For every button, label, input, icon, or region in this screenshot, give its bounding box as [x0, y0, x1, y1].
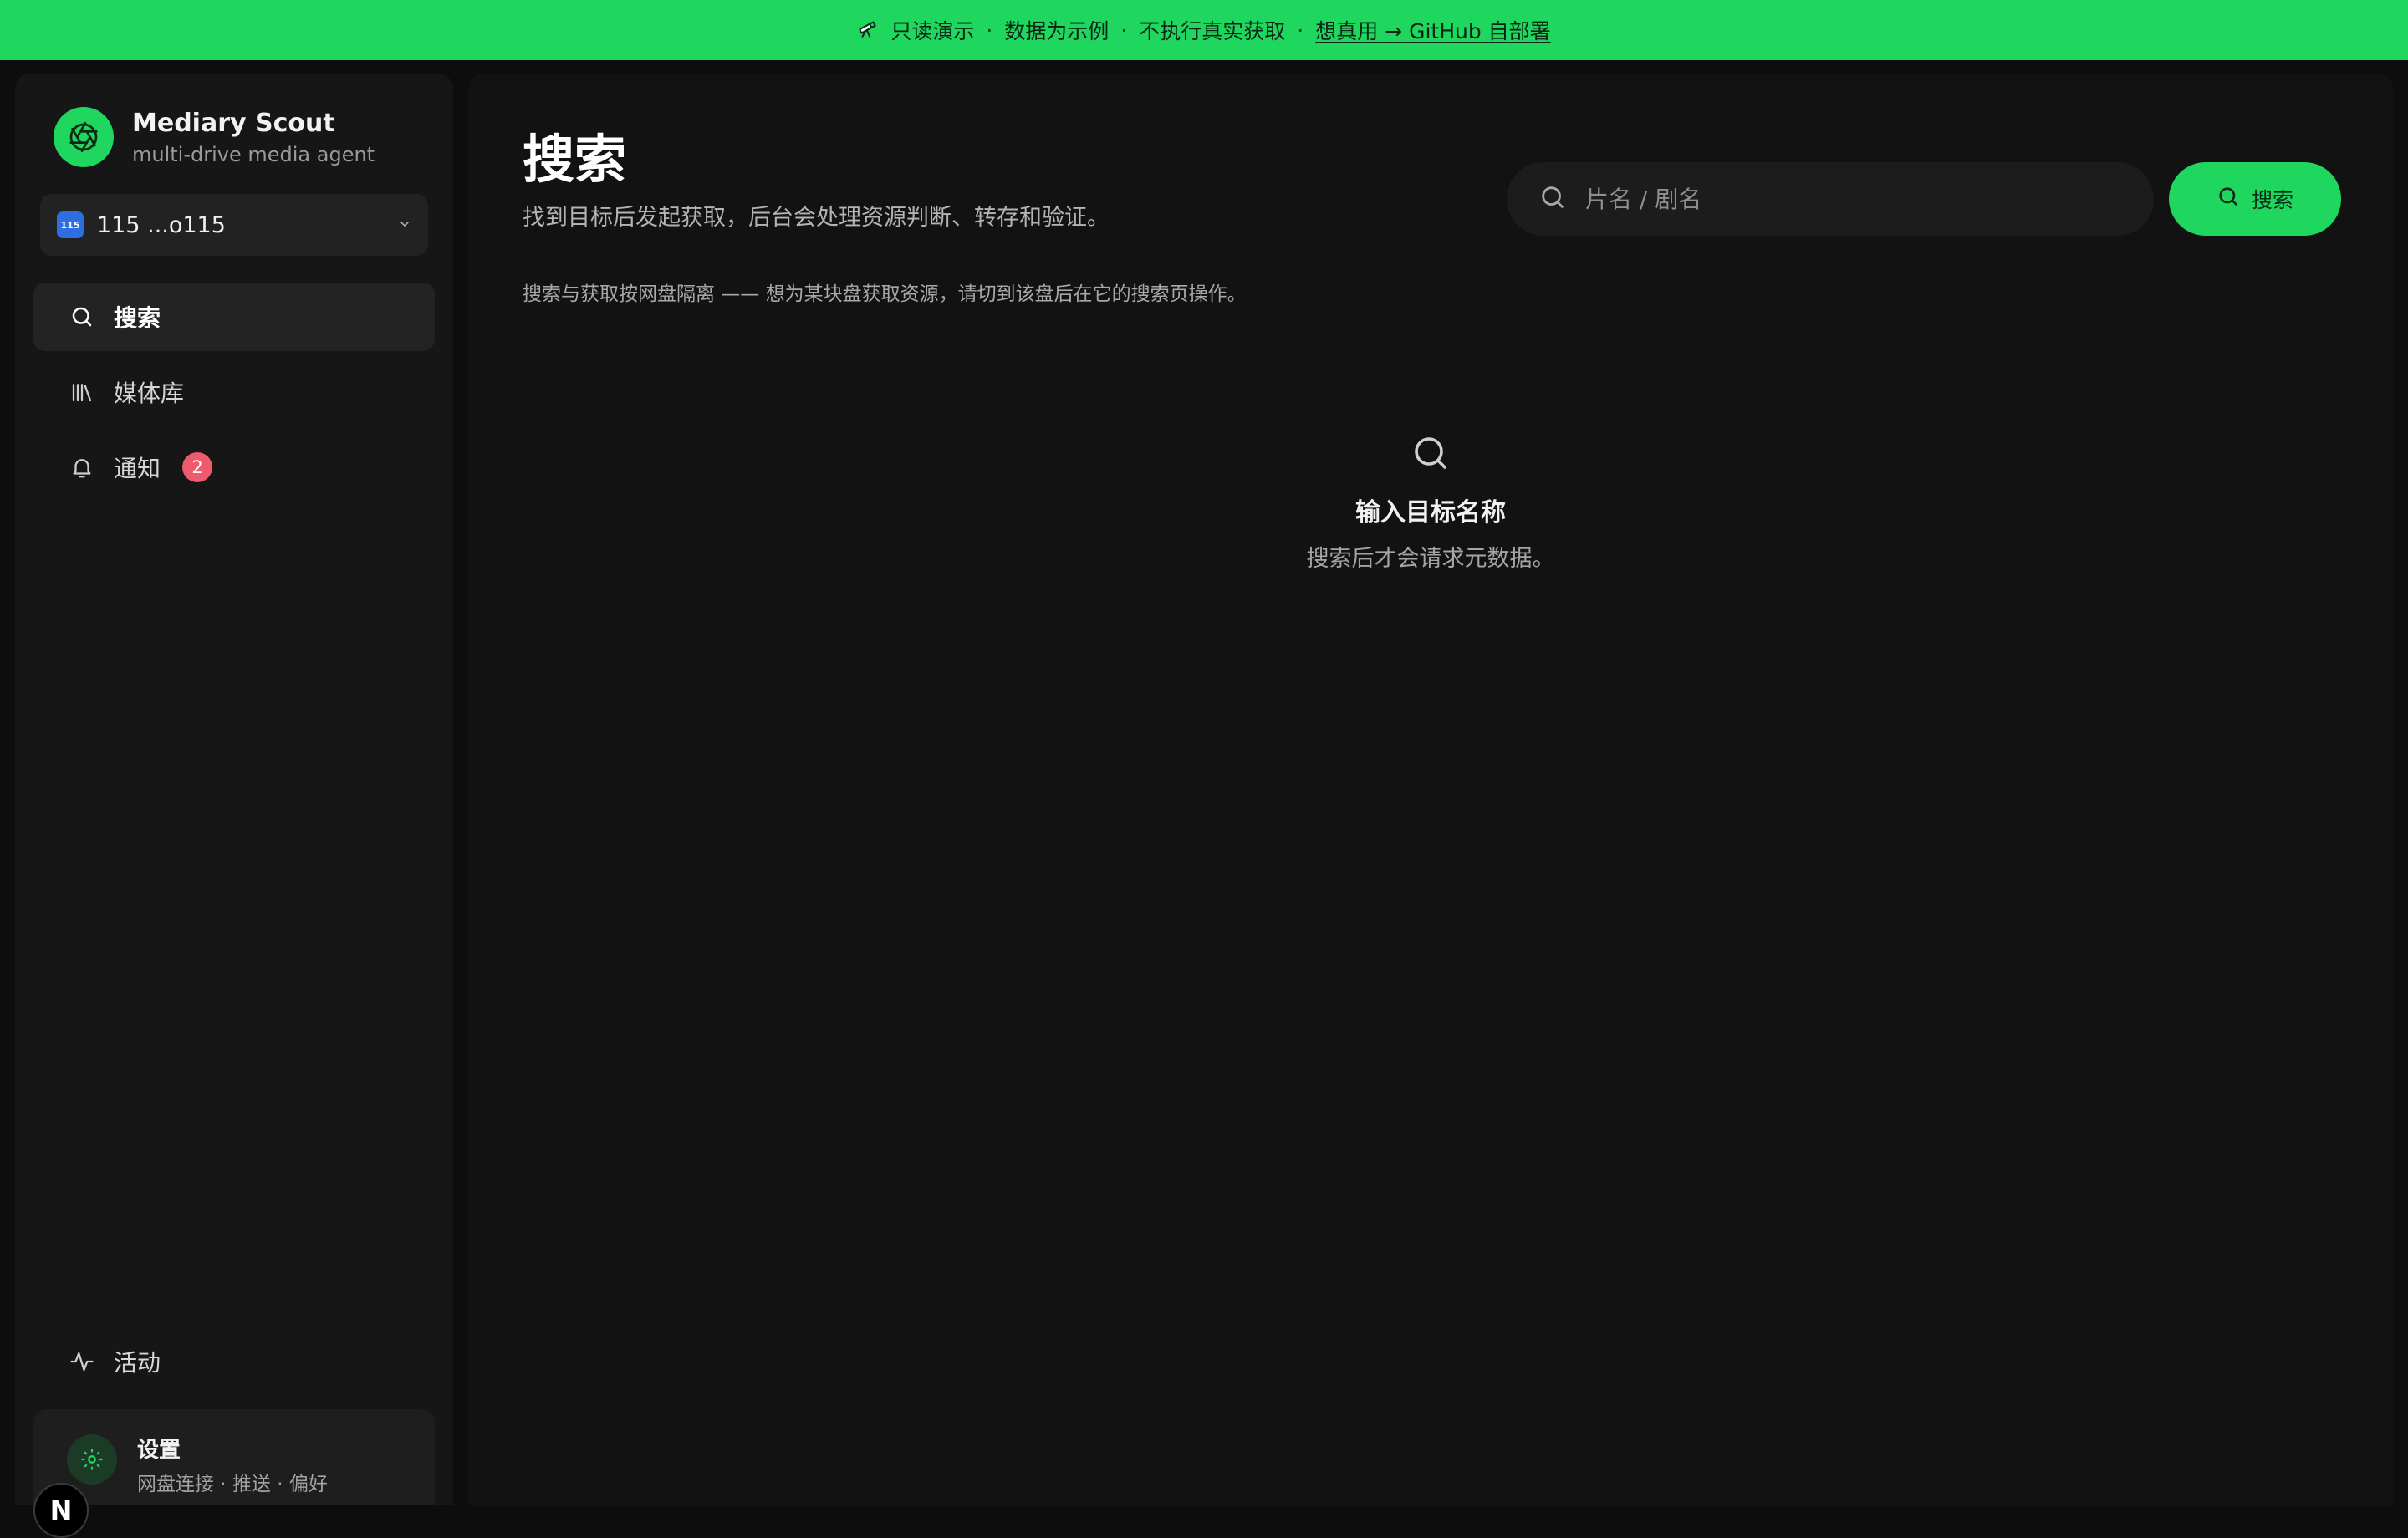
empty-state-title: 输入目标名称 [1355, 498, 1506, 527]
search-icon [69, 303, 95, 330]
settings-item[interactable]: 设置 网盘连接 · 推送 · 偏好 [33, 1409, 435, 1505]
nav-item-activity[interactable]: 活动 [33, 1327, 435, 1396]
banner-text-noop: 不执行真实获取 [1139, 19, 1286, 43]
search-button-label: 搜索 [2251, 188, 2293, 212]
page-title: 搜索 [523, 129, 627, 190]
search-button[interactable]: 搜索 [2169, 162, 2341, 236]
nextjs-dev-indicator-icon[interactable]: N [33, 1483, 89, 1538]
nav-item-notifications[interactable]: 通知 2 [33, 433, 435, 502]
settings-gear-icon [67, 1434, 117, 1485]
search-icon [1538, 183, 1567, 215]
library-icon [69, 379, 95, 405]
search-icon [2217, 185, 2240, 213]
page-subtitle: 找到目标后发起获取，后台会处理资源判断、转存和验证。 [523, 205, 1110, 231]
drive-isolation-note: 搜索与获取按网盘隔离 —— 想为某块盘获取资源，请切到该盘后在它的搜索页操作。 [523, 283, 1247, 305]
banner-text-sample: 数据为示例 [1004, 19, 1110, 43]
github-self-host-link[interactable]: 想真用 → GitHub 自部署 [1315, 15, 1550, 45]
search-box[interactable] [1507, 162, 2154, 236]
aperture-logo-icon [54, 107, 114, 167]
demo-banner: 只读演示 · 数据为示例 · 不执行真实获取 · 想真用 → GitHub 自部… [0, 0, 2408, 60]
settings-subtitle: 网盘连接 · 推送 · 偏好 [137, 1474, 328, 1495]
search-input[interactable] [1585, 185, 2104, 213]
drive-label: 115 ...o115 [97, 211, 226, 238]
settings-title: 设置 [137, 1438, 181, 1463]
notification-count-badge: 2 [182, 452, 213, 482]
sidebar: Mediary Scout multi-drive media agent 11… [15, 74, 453, 1538]
nav-label-search: 搜索 [114, 304, 161, 332]
empty-state-search-icon [468, 433, 2393, 473]
telescope-icon [857, 17, 879, 43]
drive-selector[interactable]: 115 115 ...o115 [40, 194, 428, 256]
nav-item-search[interactable]: 搜索 [33, 283, 435, 351]
empty-state-subtitle: 搜索后才会请求元数据。 [1306, 546, 1555, 572]
brand-title: Mediary Scout [132, 108, 335, 138]
main-panel: 搜索 找到目标后发起获取，后台会处理资源判断、转存和验证。 搜索与获取按网盘隔离… [468, 74, 2393, 1505]
nav-label-activity: 活动 [114, 1349, 161, 1377]
chevron-down-icon [398, 215, 411, 236]
activity-icon [69, 1348, 95, 1375]
bell-icon [69, 454, 95, 481]
banner-separator: · [1120, 18, 1128, 43]
brand-subtitle: multi-drive media agent [132, 142, 375, 166]
brand[interactable]: Mediary Scout multi-drive media agent [54, 107, 375, 167]
nav-label-library: 媒体库 [114, 379, 185, 407]
nav-label-notifications: 通知 [114, 455, 161, 482]
banner-separator: · [986, 18, 993, 43]
banner-text-readonly: 只读演示 [890, 19, 975, 43]
nav-item-library[interactable]: 媒体库 [33, 358, 435, 426]
banner-separator: · [1297, 18, 1304, 43]
drive-115-icon: 115 [57, 211, 84, 238]
